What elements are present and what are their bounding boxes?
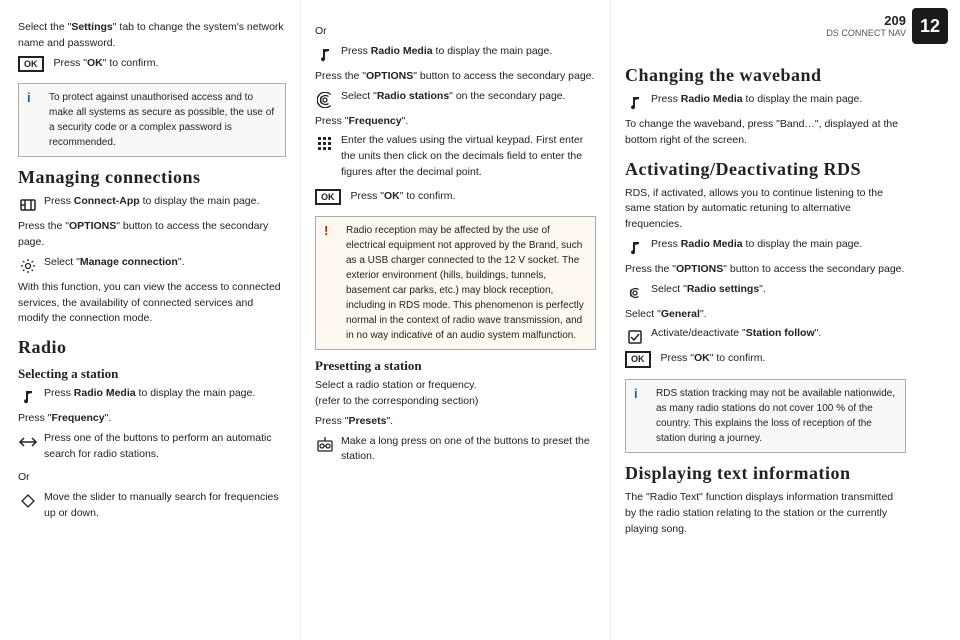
connect-app-text: Press Connect-App to display the main pa…: [44, 194, 259, 210]
music-note-icon-right-1: [625, 93, 645, 113]
or-text-mid: Or: [315, 24, 596, 40]
mid-column: Or Press Radio Media to display the main…: [300, 0, 610, 640]
ok-text-mid: Press "OK" to confirm.: [351, 189, 456, 205]
gear-icon: [18, 256, 38, 276]
info-icon-rds: i: [634, 386, 648, 446]
page-container: 209 DS CONNECT NAV 12 Select the "Settin…: [0, 0, 960, 640]
rds-desc: RDS, if activated, allows you to continu…: [625, 186, 906, 233]
warning-box: ! Radio reception may be affected by the…: [315, 216, 596, 350]
antenna-icon-right: [625, 283, 645, 303]
ok-badge-mid: OK: [315, 189, 341, 206]
ok-row-mid: OK Press "OK" to confirm.: [315, 189, 596, 209]
radio-settings-text: Select "Radio settings".: [651, 282, 766, 298]
connect-app-row: Press Connect-App to display the main pa…: [18, 194, 286, 215]
or-text-left: Or: [18, 470, 286, 486]
frequency-text: Press "Frequency".: [18, 411, 286, 427]
checkbox-icon: [625, 327, 645, 347]
radio-stations-text: Select "Radio stations" on the secondary…: [341, 89, 566, 105]
music-note-icon-right-2: [625, 238, 645, 258]
radio-media-text-mid: Press Radio Media to display the main pa…: [341, 44, 552, 60]
page-header: 209 DS CONNECT NAV 12: [826, 8, 948, 44]
displaying-text-desc: The "Radio Text" function displays infor…: [625, 490, 906, 537]
arrow-lr-icon: [18, 432, 38, 452]
info-icon: i: [27, 90, 41, 150]
manage-connection-text: Select "Manage connection".: [44, 255, 185, 271]
options-text-mid: Press the "OPTIONS" button to access the…: [315, 69, 596, 85]
presetting-heading: Presetting a station: [315, 358, 596, 374]
diamond-icon: [18, 491, 38, 511]
waveband-media-text: Press Radio Media to display the main pa…: [651, 92, 862, 108]
rds-options-text: Press the "OPTIONS" button to access the…: [625, 262, 906, 278]
radio-heading: Radio: [18, 337, 286, 358]
ok-press-row: OK Press "OK" to confirm.: [18, 56, 286, 76]
waveband-desc: To change the waveband, press "Band…", d…: [625, 117, 906, 149]
warning-icon: !: [324, 223, 338, 343]
station-follow-text: Activate/deactivate "Station follow".: [651, 326, 821, 342]
activating-rds-heading: Activating/Deactivating RDS: [625, 159, 906, 180]
rds-media-row: Press Radio Media to display the main pa…: [625, 237, 906, 258]
left-column: Select the "Settings" tab to change the …: [0, 0, 300, 640]
presets-text: Press "Presets".: [315, 414, 596, 430]
info-box-text: To protect against unauthorised access a…: [49, 90, 277, 150]
keypad-row: Enter the values using the virtual keypa…: [315, 133, 596, 184]
chapter-label: DS CONNECT NAV: [826, 28, 906, 40]
intro-text: Select the "Settings" tab to change the …: [18, 20, 286, 52]
selecting-station-heading: Selecting a station: [18, 366, 286, 382]
station-follow-row: Activate/deactivate "Station follow".: [625, 326, 906, 347]
radio-stations-row: Select "Radio stations" on the secondary…: [315, 89, 596, 110]
arrow-buttons-row: Press one of the buttons to perform an a…: [18, 431, 286, 467]
warning-text: Radio reception may be affected by the u…: [346, 223, 587, 343]
right-column: Changing the waveband Press Radio Media …: [610, 0, 920, 640]
keypad-text: Enter the values using the virtual keypa…: [341, 133, 596, 180]
preset-row: Make a long press on one of the buttons …: [315, 434, 596, 470]
preset-icon: [315, 435, 335, 455]
frequency-text-mid: Press "Frequency".: [315, 114, 596, 130]
connect-app-icon: [18, 195, 38, 215]
rds-media-text: Press Radio Media to display the main pa…: [651, 237, 862, 253]
options-text: Press the "OPTIONS" button to access the…: [18, 219, 286, 251]
radio-media-text-1: Press Radio Media to display the main pa…: [44, 386, 255, 402]
arrow-buttons-text: Press one of the buttons to perform an a…: [44, 431, 286, 463]
info-box-rds: i RDS station tracking may not be availa…: [625, 379, 906, 453]
managing-connections-heading: Managing connections: [18, 167, 286, 188]
managing-connections-desc: With this function, you can view the acc…: [18, 280, 286, 327]
presetting-desc: Select a radio station or frequency.(ref…: [315, 378, 596, 410]
ok-badge-right: OK: [625, 351, 651, 368]
preset-long-press-text: Make a long press on one of the buttons …: [341, 434, 596, 466]
keypad-icon: [315, 134, 335, 154]
general-text: Select "General".: [625, 307, 906, 323]
displaying-text-heading: Displaying text information: [625, 463, 906, 484]
ok-badge: OK: [18, 56, 44, 73]
info-box-rds-text: RDS station tracking may not be availabl…: [656, 386, 897, 446]
radio-settings-row: Select "Radio settings".: [625, 282, 906, 303]
info-box-security: i To protect against unauthorised access…: [18, 83, 286, 157]
ok-text-right: Press "OK" to confirm.: [661, 351, 766, 367]
ok-row-right: OK Press "OK" to confirm.: [625, 351, 906, 371]
manage-connection-row: Select "Manage connection".: [18, 255, 286, 276]
music-note-icon-mid: [315, 45, 335, 65]
antenna-icon: [315, 90, 335, 110]
radio-media-row-1: Press Radio Media to display the main pa…: [18, 386, 286, 407]
music-note-icon-1: [18, 387, 38, 407]
chapter-number: 12: [912, 8, 948, 44]
changing-waveband-heading: Changing the waveband: [625, 65, 906, 86]
slider-text: Move the slider to manually search for f…: [44, 490, 286, 522]
page-number: 209: [826, 13, 906, 28]
ok-press-text: Press "OK" to confirm.: [54, 56, 159, 72]
radio-media-row-mid: Press Radio Media to display the main pa…: [315, 44, 596, 65]
waveband-media-row: Press Radio Media to display the main pa…: [625, 92, 906, 113]
slider-row: Move the slider to manually search for f…: [18, 490, 286, 526]
